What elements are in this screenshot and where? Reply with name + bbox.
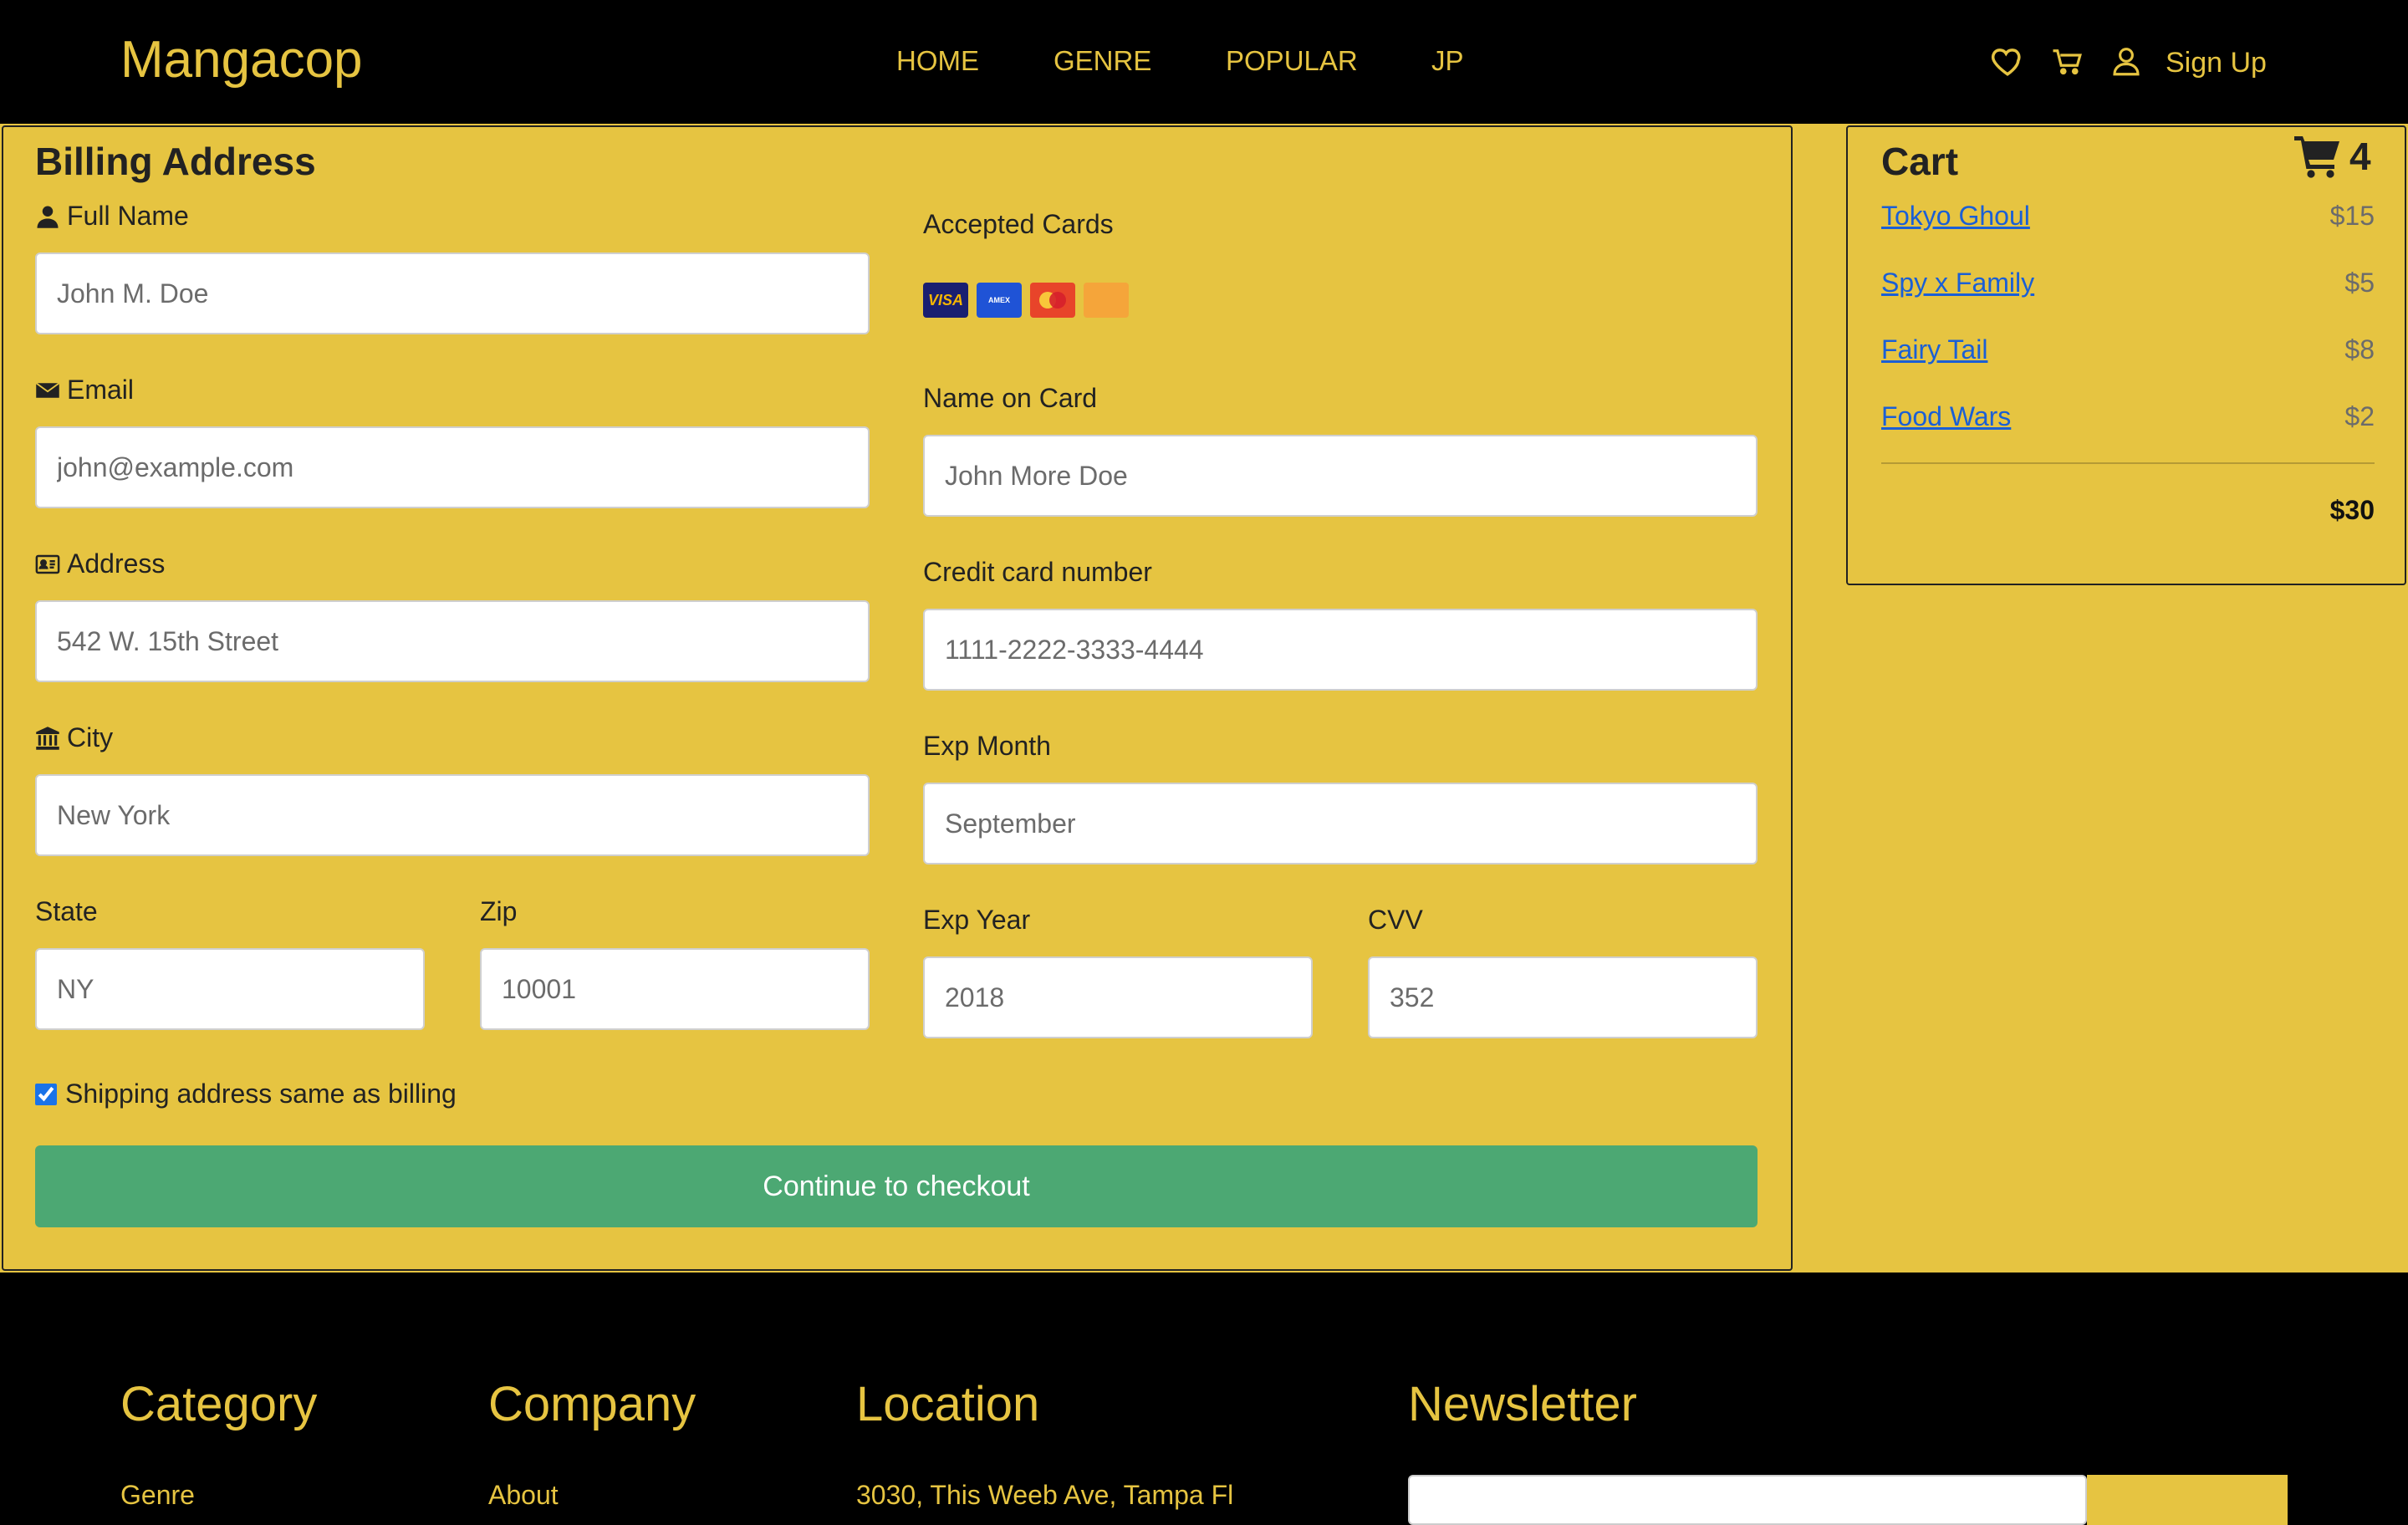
cart-item-price: $15 xyxy=(2329,201,2375,231)
city-label: City xyxy=(35,722,113,753)
footer-newsletter-title: Newsletter xyxy=(1408,1377,1637,1431)
user-icon xyxy=(37,206,59,228)
full-name-label: Full Name xyxy=(35,201,189,232)
nav-jp[interactable]: JP xyxy=(1431,45,1464,77)
name-on-card-label: Name on Card xyxy=(923,383,1098,413)
cart-item-link[interactable]: Fairy Tail xyxy=(1881,334,1987,365)
cart-item: Fairy Tail $8 xyxy=(1881,334,2375,365)
nav-popular[interactable]: POPULAR xyxy=(1226,45,1358,77)
accepted-cards: VISA AMEX xyxy=(923,283,1129,318)
footer-address: 3030, This Weeb Ave, Tampa Fl xyxy=(856,1480,1234,1510)
card-number-input[interactable] xyxy=(923,609,1758,691)
cart-item: Spy x Family $5 xyxy=(1881,268,2375,298)
continue-checkout-button[interactable]: Continue to checkout xyxy=(35,1145,1758,1227)
cart-total: $30 xyxy=(2329,495,2375,525)
top-navbar: Mangacop HOME GENRE POPULAR JP Sign Up xyxy=(0,0,2408,124)
mastercard-icon xyxy=(1030,283,1075,318)
cart-divider xyxy=(1881,462,2375,464)
footer-genre-link[interactable]: Genre xyxy=(120,1480,195,1511)
cart-item-link[interactable]: Food Wars xyxy=(1881,401,2011,432)
cvv-input[interactable] xyxy=(1368,956,1758,1038)
cart-item: Tokyo Ghoul $15 xyxy=(1881,201,2375,232)
nav-genre[interactable]: GENRE xyxy=(1054,45,1151,77)
cart-item-link[interactable]: Tokyo Ghoul xyxy=(1881,201,2030,232)
exp-month-label: Exp Month xyxy=(923,731,1051,761)
address-card-icon xyxy=(35,554,60,574)
zip-input[interactable] xyxy=(480,948,870,1030)
address-input[interactable] xyxy=(35,600,870,682)
cart-item-price: $5 xyxy=(2344,268,2375,298)
cart-item: Food Wars $2 xyxy=(1881,401,2375,432)
state-input[interactable] xyxy=(35,948,425,1030)
visa-icon: VISA xyxy=(923,283,968,318)
newsletter-email-input[interactable] xyxy=(1408,1475,2087,1525)
footer-company-title: Company xyxy=(488,1377,696,1431)
user-icon[interactable] xyxy=(2109,43,2144,79)
exp-year-label: Exp Year xyxy=(923,905,1031,935)
zip-label: Zip xyxy=(480,896,518,926)
sign-up-link[interactable]: Sign Up xyxy=(2166,47,2267,79)
exp-year-input[interactable] xyxy=(923,956,1313,1038)
cart-item-price: $8 xyxy=(2344,334,2375,365)
billing-title: Billing Address xyxy=(35,140,316,183)
envelope-icon xyxy=(35,381,60,398)
cart-icon[interactable] xyxy=(2050,43,2085,79)
cvv-label: CVV xyxy=(1368,905,1423,935)
brand-logo[interactable]: Mangacop xyxy=(120,30,363,89)
city-input[interactable] xyxy=(35,774,870,856)
heart-icon[interactable] xyxy=(1990,43,2025,79)
same-address-label: Shipping address same as billing xyxy=(65,1079,457,1109)
same-address-row[interactable]: Shipping address same as billing xyxy=(35,1079,457,1109)
footer-about-link[interactable]: About xyxy=(488,1480,559,1511)
cart-count-badge: 4 xyxy=(2294,134,2371,179)
footer-location-title: Location xyxy=(856,1377,1040,1431)
nav-home[interactable]: HOME xyxy=(896,45,979,77)
state-label: State xyxy=(35,896,98,926)
same-address-checkbox[interactable] xyxy=(35,1083,57,1105)
full-name-input[interactable] xyxy=(35,252,870,334)
discover-icon xyxy=(1084,283,1129,318)
exp-month-input[interactable] xyxy=(923,783,1758,865)
newsletter-subscribe-button[interactable] xyxy=(2087,1475,2288,1525)
cart-item-price: $2 xyxy=(2344,401,2375,431)
accepted-cards-label: Accepted Cards xyxy=(923,209,1114,239)
institution-icon xyxy=(36,726,59,750)
shopping-cart-icon xyxy=(2294,136,2339,178)
email-input[interactable] xyxy=(35,426,870,508)
amex-icon: AMEX xyxy=(977,283,1022,318)
footer-category-title: Category xyxy=(120,1377,318,1431)
cart-title: Cart xyxy=(1881,140,1959,183)
address-label: Address xyxy=(35,548,165,579)
name-on-card-input[interactable] xyxy=(923,435,1758,517)
email-label: Email xyxy=(35,375,134,405)
card-number-label: Credit card number xyxy=(923,557,1152,587)
cart-item-link[interactable]: Spy x Family xyxy=(1881,268,2034,298)
